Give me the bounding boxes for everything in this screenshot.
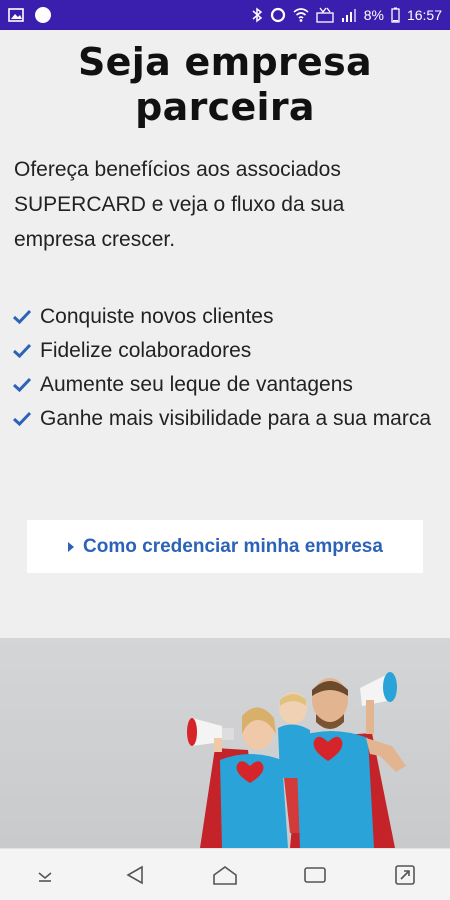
benefit-text: Aumente seu leque de vantagens (40, 373, 353, 396)
intro-text: Ofereça benefícios aos associados SUPERC… (14, 158, 345, 251)
image-icon (8, 8, 24, 22)
volte-icon (316, 7, 334, 23)
benefit-text: Ganhe mais visibilidade para a sua marca (40, 407, 432, 430)
family-hero-image (0, 638, 450, 848)
check-icon (12, 368, 34, 402)
title-line-1: Seja empresa (78, 40, 372, 84)
benefit-item: Ganhe mais visibilidade para a sua marca (12, 402, 432, 436)
benefit-item: Fidelize colaboradores (12, 334, 432, 368)
title-line-2: parceira (135, 85, 315, 129)
benefit-item: Conquiste novos clientes (12, 300, 432, 334)
wifi-icon (293, 7, 309, 23)
benefit-text: Conquiste novos clientes (40, 305, 274, 328)
status-bar: 8% 16:57 (0, 0, 450, 30)
benefit-item: Aumente seu leque de vantagens (12, 368, 432, 402)
register-company-button[interactable]: Como credenciar minha empresa (27, 520, 423, 573)
clock: 16:57 (406, 7, 442, 23)
caret-right-icon (67, 541, 75, 553)
bluetooth-icon (251, 7, 263, 23)
expand-icon[interactable] (383, 853, 427, 897)
page-title: Seja empresa parceira (0, 40, 450, 130)
signal-icon (341, 8, 357, 22)
circle-icon (34, 6, 52, 24)
battery-percent: 8% (363, 7, 384, 23)
back-icon[interactable] (113, 853, 157, 897)
recents-icon[interactable] (293, 853, 337, 897)
partner-section: Seja empresa parceira Ofereça benefícios… (0, 30, 450, 638)
check-icon (12, 402, 34, 436)
navigation-bar (0, 848, 450, 900)
benefits-list: Conquiste novos clientes Fidelize colabo… (12, 300, 432, 436)
home-icon[interactable] (203, 853, 247, 897)
check-icon (12, 300, 34, 334)
data-saver-icon (270, 7, 286, 23)
battery-icon (391, 7, 400, 23)
check-icon (12, 334, 34, 368)
register-company-label: Como credenciar minha empresa (83, 535, 383, 557)
family-illustration (187, 672, 406, 848)
benefit-text: Fidelize colaboradores (40, 339, 252, 362)
download-icon[interactable] (23, 853, 67, 897)
